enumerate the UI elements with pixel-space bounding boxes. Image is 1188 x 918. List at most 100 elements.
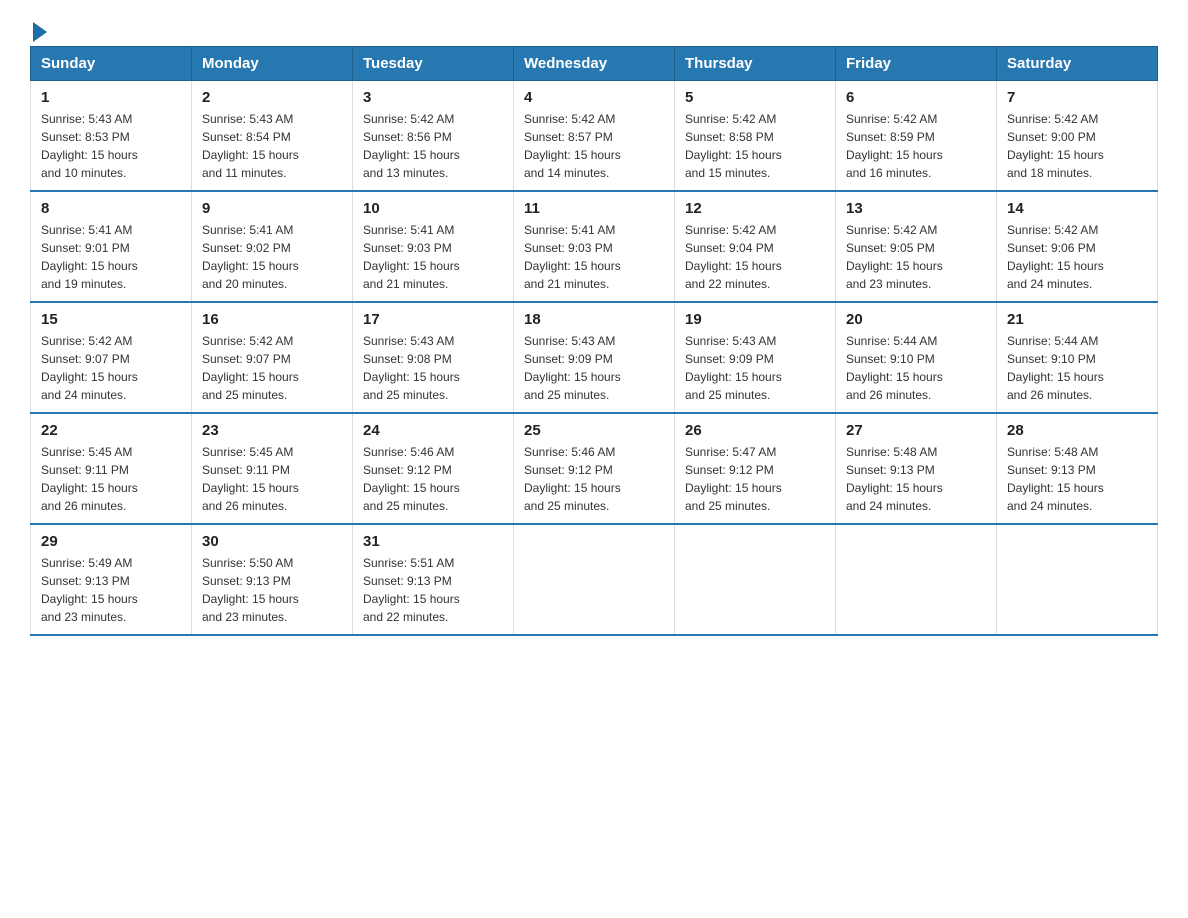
calendar-day-cell: 28 Sunrise: 5:48 AM Sunset: 9:13 PM Dayl… <box>997 413 1158 524</box>
calendar-day-cell: 13 Sunrise: 5:42 AM Sunset: 9:05 PM Dayl… <box>836 191 997 302</box>
day-number: 26 <box>685 422 825 439</box>
day-info: Sunrise: 5:42 AM Sunset: 9:06 PM Dayligh… <box>1007 221 1147 293</box>
day-number: 16 <box>202 311 342 328</box>
day-number: 22 <box>41 422 181 439</box>
calendar-day-cell: 16 Sunrise: 5:42 AM Sunset: 9:07 PM Dayl… <box>192 302 353 413</box>
day-number: 30 <box>202 533 342 550</box>
calendar-day-cell: 30 Sunrise: 5:50 AM Sunset: 9:13 PM Dayl… <box>192 524 353 635</box>
day-info: Sunrise: 5:42 AM Sunset: 8:56 PM Dayligh… <box>363 110 503 182</box>
calendar-day-cell: 10 Sunrise: 5:41 AM Sunset: 9:03 PM Dayl… <box>353 191 514 302</box>
day-info: Sunrise: 5:44 AM Sunset: 9:10 PM Dayligh… <box>1007 332 1147 404</box>
weekday-header-friday: Friday <box>836 47 997 81</box>
calendar-day-cell <box>836 524 997 635</box>
day-info: Sunrise: 5:43 AM Sunset: 9:09 PM Dayligh… <box>524 332 664 404</box>
calendar-day-cell: 12 Sunrise: 5:42 AM Sunset: 9:04 PM Dayl… <box>675 191 836 302</box>
day-info: Sunrise: 5:41 AM Sunset: 9:01 PM Dayligh… <box>41 221 181 293</box>
weekday-header-thursday: Thursday <box>675 47 836 81</box>
calendar-day-cell: 14 Sunrise: 5:42 AM Sunset: 9:06 PM Dayl… <box>997 191 1158 302</box>
weekday-header-monday: Monday <box>192 47 353 81</box>
calendar-table: SundayMondayTuesdayWednesdayThursdayFrid… <box>30 46 1158 636</box>
calendar-day-cell: 9 Sunrise: 5:41 AM Sunset: 9:02 PM Dayli… <box>192 191 353 302</box>
calendar-day-cell: 23 Sunrise: 5:45 AM Sunset: 9:11 PM Dayl… <box>192 413 353 524</box>
day-info: Sunrise: 5:42 AM Sunset: 8:57 PM Dayligh… <box>524 110 664 182</box>
calendar-day-cell: 31 Sunrise: 5:51 AM Sunset: 9:13 PM Dayl… <box>353 524 514 635</box>
day-number: 23 <box>202 422 342 439</box>
calendar-day-cell: 25 Sunrise: 5:46 AM Sunset: 9:12 PM Dayl… <box>514 413 675 524</box>
calendar-day-cell: 27 Sunrise: 5:48 AM Sunset: 9:13 PM Dayl… <box>836 413 997 524</box>
calendar-day-cell: 19 Sunrise: 5:43 AM Sunset: 9:09 PM Dayl… <box>675 302 836 413</box>
day-info: Sunrise: 5:46 AM Sunset: 9:12 PM Dayligh… <box>524 443 664 515</box>
calendar-day-cell: 22 Sunrise: 5:45 AM Sunset: 9:11 PM Dayl… <box>31 413 192 524</box>
day-info: Sunrise: 5:42 AM Sunset: 9:04 PM Dayligh… <box>685 221 825 293</box>
day-number: 20 <box>846 311 986 328</box>
day-info: Sunrise: 5:51 AM Sunset: 9:13 PM Dayligh… <box>363 554 503 626</box>
day-number: 3 <box>363 89 503 106</box>
day-number: 15 <box>41 311 181 328</box>
calendar-day-cell: 2 Sunrise: 5:43 AM Sunset: 8:54 PM Dayli… <box>192 81 353 192</box>
calendar-week-row: 8 Sunrise: 5:41 AM Sunset: 9:01 PM Dayli… <box>31 191 1158 302</box>
calendar-day-cell: 15 Sunrise: 5:42 AM Sunset: 9:07 PM Dayl… <box>31 302 192 413</box>
weekday-header-wednesday: Wednesday <box>514 47 675 81</box>
day-number: 19 <box>685 311 825 328</box>
day-info: Sunrise: 5:48 AM Sunset: 9:13 PM Dayligh… <box>846 443 986 515</box>
calendar-day-cell: 4 Sunrise: 5:42 AM Sunset: 8:57 PM Dayli… <box>514 81 675 192</box>
day-info: Sunrise: 5:43 AM Sunset: 9:08 PM Dayligh… <box>363 332 503 404</box>
calendar-day-cell: 5 Sunrise: 5:42 AM Sunset: 8:58 PM Dayli… <box>675 81 836 192</box>
calendar-week-row: 15 Sunrise: 5:42 AM Sunset: 9:07 PM Dayl… <box>31 302 1158 413</box>
day-info: Sunrise: 5:41 AM Sunset: 9:03 PM Dayligh… <box>524 221 664 293</box>
day-info: Sunrise: 5:43 AM Sunset: 9:09 PM Dayligh… <box>685 332 825 404</box>
day-info: Sunrise: 5:42 AM Sunset: 9:07 PM Dayligh… <box>202 332 342 404</box>
calendar-day-cell: 8 Sunrise: 5:41 AM Sunset: 9:01 PM Dayli… <box>31 191 192 302</box>
calendar-day-cell <box>997 524 1158 635</box>
day-number: 10 <box>363 200 503 217</box>
calendar-day-cell <box>675 524 836 635</box>
day-number: 2 <box>202 89 342 106</box>
logo-arrow-icon <box>33 22 47 42</box>
day-info: Sunrise: 5:41 AM Sunset: 9:02 PM Dayligh… <box>202 221 342 293</box>
weekday-header-saturday: Saturday <box>997 47 1158 81</box>
day-info: Sunrise: 5:49 AM Sunset: 9:13 PM Dayligh… <box>41 554 181 626</box>
day-info: Sunrise: 5:48 AM Sunset: 9:13 PM Dayligh… <box>1007 443 1147 515</box>
day-number: 21 <box>1007 311 1147 328</box>
day-info: Sunrise: 5:43 AM Sunset: 8:54 PM Dayligh… <box>202 110 342 182</box>
day-number: 17 <box>363 311 503 328</box>
day-info: Sunrise: 5:47 AM Sunset: 9:12 PM Dayligh… <box>685 443 825 515</box>
day-number: 5 <box>685 89 825 106</box>
day-info: Sunrise: 5:42 AM Sunset: 9:00 PM Dayligh… <box>1007 110 1147 182</box>
calendar-day-cell: 20 Sunrise: 5:44 AM Sunset: 9:10 PM Dayl… <box>836 302 997 413</box>
day-info: Sunrise: 5:46 AM Sunset: 9:12 PM Dayligh… <box>363 443 503 515</box>
calendar-day-cell: 11 Sunrise: 5:41 AM Sunset: 9:03 PM Dayl… <box>514 191 675 302</box>
day-number: 4 <box>524 89 664 106</box>
day-number: 6 <box>846 89 986 106</box>
day-number: 18 <box>524 311 664 328</box>
day-number: 11 <box>524 200 664 217</box>
day-info: Sunrise: 5:50 AM Sunset: 9:13 PM Dayligh… <box>202 554 342 626</box>
day-number: 13 <box>846 200 986 217</box>
day-number: 27 <box>846 422 986 439</box>
page-header <box>30 20 1158 36</box>
day-info: Sunrise: 5:45 AM Sunset: 9:11 PM Dayligh… <box>202 443 342 515</box>
weekday-header-sunday: Sunday <box>31 47 192 81</box>
day-number: 14 <box>1007 200 1147 217</box>
weekday-header-tuesday: Tuesday <box>353 47 514 81</box>
day-number: 28 <box>1007 422 1147 439</box>
day-number: 24 <box>363 422 503 439</box>
calendar-day-cell: 24 Sunrise: 5:46 AM Sunset: 9:12 PM Dayl… <box>353 413 514 524</box>
day-info: Sunrise: 5:44 AM Sunset: 9:10 PM Dayligh… <box>846 332 986 404</box>
calendar-header: SundayMondayTuesdayWednesdayThursdayFrid… <box>31 47 1158 81</box>
day-info: Sunrise: 5:42 AM Sunset: 8:59 PM Dayligh… <box>846 110 986 182</box>
calendar-week-row: 1 Sunrise: 5:43 AM Sunset: 8:53 PM Dayli… <box>31 81 1158 192</box>
calendar-day-cell: 21 Sunrise: 5:44 AM Sunset: 9:10 PM Dayl… <box>997 302 1158 413</box>
calendar-day-cell: 1 Sunrise: 5:43 AM Sunset: 8:53 PM Dayli… <box>31 81 192 192</box>
calendar-day-cell: 17 Sunrise: 5:43 AM Sunset: 9:08 PM Dayl… <box>353 302 514 413</box>
day-number: 8 <box>41 200 181 217</box>
calendar-day-cell: 7 Sunrise: 5:42 AM Sunset: 9:00 PM Dayli… <box>997 81 1158 192</box>
calendar-week-row: 22 Sunrise: 5:45 AM Sunset: 9:11 PM Dayl… <box>31 413 1158 524</box>
day-number: 9 <box>202 200 342 217</box>
weekday-header-row: SundayMondayTuesdayWednesdayThursdayFrid… <box>31 47 1158 81</box>
day-number: 29 <box>41 533 181 550</box>
day-number: 31 <box>363 533 503 550</box>
day-number: 7 <box>1007 89 1147 106</box>
logo <box>30 20 47 36</box>
calendar-body: 1 Sunrise: 5:43 AM Sunset: 8:53 PM Dayli… <box>31 81 1158 636</box>
